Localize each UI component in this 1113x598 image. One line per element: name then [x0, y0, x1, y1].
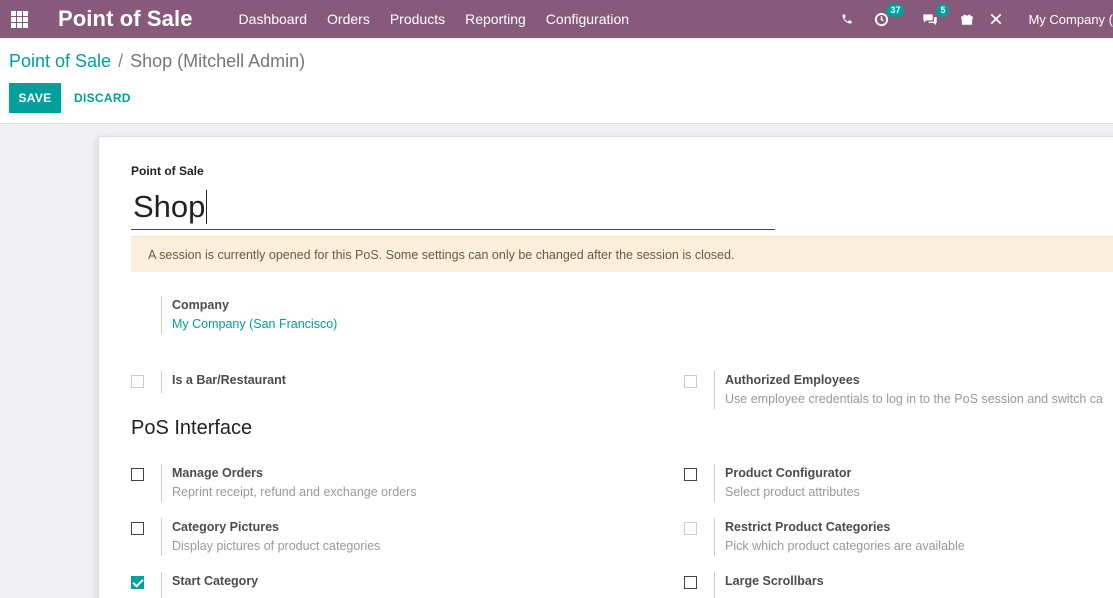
category-pictures-field: Category Pictures Display pictures of pr…: [161, 518, 380, 556]
breadcrumb-separator: /: [118, 51, 124, 71]
phone-icon[interactable]: [834, 0, 860, 38]
menu-dashboard[interactable]: Dashboard: [239, 11, 308, 27]
product-configurator-desc: Select product attributes: [725, 485, 860, 499]
category-pictures-checkbox[interactable]: [131, 522, 144, 535]
restrict-categories-desc: Pick which product categories are availa…: [725, 539, 965, 553]
bar-restaurant-checkbox[interactable]: [131, 375, 144, 388]
product-configurator-label: Product Configurator: [725, 466, 852, 480]
manage-orders-checkbox[interactable]: [131, 468, 144, 481]
company-switcher[interactable]: My Company (: [1028, 12, 1113, 27]
pos-interface-heading: PoS Interface: [131, 417, 253, 439]
menu-products[interactable]: Products: [390, 11, 445, 27]
restrict-categories-label: Restrict Product Categories: [725, 520, 891, 534]
category-pictures-label: Category Pictures: [172, 520, 279, 534]
large-scrollbars-label: Large Scrollbars: [725, 574, 824, 588]
large-scrollbars-checkbox[interactable]: [684, 576, 697, 589]
authorized-employees-desc: Use employee credentials to log in to th…: [725, 392, 1103, 406]
main-menu: Dashboard Orders Products Reporting Conf…: [239, 11, 650, 27]
breadcrumb-parent-link[interactable]: Point of Sale: [9, 51, 111, 72]
authorized-employees-label: Authorized Employees: [725, 373, 860, 387]
breadcrumb-current: Shop (Mitchell Admin): [130, 51, 306, 71]
control-panel: Point of Sale / Shop (Mitchell Admin) SA…: [0, 38, 1113, 124]
form-sheet: Point of Sale Shop A session is currentl…: [98, 136, 1113, 598]
debug-tools-icon[interactable]: [978, 0, 1014, 38]
app-title[interactable]: Point of Sale: [58, 6, 193, 32]
pos-name-value: Shop: [133, 188, 206, 224]
restrict-categories-checkbox[interactable]: [684, 522, 697, 535]
save-button[interactable]: SAVE: [9, 83, 61, 113]
session-open-alert: A session is currently opened for this P…: [131, 236, 1113, 272]
systray: 37 5 My Company (: [834, 0, 1113, 38]
category-pictures-desc: Display pictures of product categories: [172, 539, 381, 553]
bar-restaurant-field: Is a Bar/Restaurant: [161, 371, 286, 393]
start-category-label: Start Category: [172, 574, 259, 588]
pos-name-input[interactable]: Shop: [131, 184, 775, 230]
start-category-field: Start Category: [161, 572, 258, 598]
manage-orders-desc: Reprint receipt, refund and exchange ord…: [172, 485, 417, 499]
apps-menu-icon[interactable]: [0, 0, 38, 38]
message-count-badge: 5: [936, 4, 950, 17]
menu-configuration[interactable]: Configuration: [546, 11, 629, 27]
activity-count-badge: 37: [886, 4, 905, 17]
restrict-categories-field: Restrict Product Categories Pick which p…: [714, 518, 965, 556]
text-caret: [206, 189, 208, 224]
start-category-checkbox[interactable]: [131, 576, 144, 589]
large-scrollbars-field: Large Scrollbars: [714, 572, 824, 598]
gift-icon[interactable]: [956, 0, 978, 38]
company-link[interactable]: My Company (San Francisco): [172, 315, 337, 334]
authorized-employees-field: Authorized Employees Use employee creden…: [714, 371, 1103, 409]
top-navbar: Point of Sale Dashboard Orders Products …: [0, 0, 1113, 38]
manage-orders-label: Manage Orders: [172, 466, 264, 480]
company-label: Company: [172, 298, 229, 312]
messages-chat-icon[interactable]: 5: [912, 0, 956, 38]
menu-orders[interactable]: Orders: [327, 11, 370, 27]
authorized-employees-checkbox[interactable]: [684, 375, 697, 388]
activity-clock-icon[interactable]: 37: [860, 0, 912, 38]
company-field: Company My Company (San Francisco): [161, 296, 337, 334]
name-field-label: Point of Sale: [131, 164, 204, 178]
product-configurator-field: Product Configurator Select product attr…: [714, 464, 860, 502]
manage-orders-field: Manage Orders Reprint receipt, refund an…: [161, 464, 417, 502]
discard-button[interactable]: DISCARD: [74, 83, 131, 113]
menu-reporting[interactable]: Reporting: [465, 11, 526, 27]
bar-restaurant-label: Is a Bar/Restaurant: [172, 373, 286, 387]
breadcrumb: Point of Sale / Shop (Mitchell Admin): [9, 51, 305, 72]
product-configurator-checkbox[interactable]: [684, 468, 697, 481]
